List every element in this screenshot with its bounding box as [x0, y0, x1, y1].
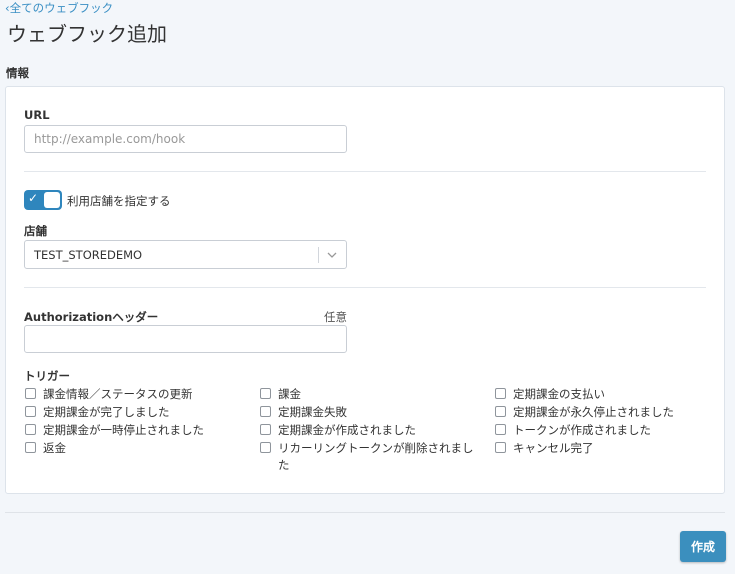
url-input[interactable] — [24, 125, 347, 153]
trigger-item[interactable]: 定期課金の支払い — [495, 386, 713, 403]
trigger-item[interactable]: 定期課金が永久停止されました — [495, 404, 713, 421]
webhook-form-panel: URL ✓ 利用店舗を指定する 店舗 TEST_STOREDEMO Author… — [5, 86, 725, 494]
select-separator — [318, 247, 319, 263]
store-label: 店舗 — [24, 224, 47, 238]
trigger-checkbox[interactable] — [260, 424, 271, 435]
footer-divider — [5, 512, 725, 513]
trigger-checkbox[interactable] — [495, 406, 506, 417]
back-to-webhooks-link[interactable]: ‹全てのウェブフック — [5, 0, 113, 16]
optional-tag: 任意 — [324, 310, 347, 324]
trigger-checkbox[interactable] — [495, 442, 506, 453]
authorization-label: Authorizationヘッダー — [24, 310, 159, 324]
store-toggle[interactable]: ✓ — [24, 190, 62, 210]
trigger-checkbox[interactable] — [25, 442, 36, 453]
trigger-item[interactable]: 課金情報／ステータスの更新 — [25, 386, 243, 403]
store-toggle-label: 利用店舗を指定する — [67, 194, 171, 208]
authorization-input[interactable] — [24, 325, 347, 353]
trigger-checkbox[interactable] — [25, 388, 36, 399]
trigger-item[interactable]: 定期課金が一時停止されました — [25, 422, 243, 439]
trigger-item[interactable]: 定期課金が完了しました — [25, 404, 243, 421]
trigger-checkbox[interactable] — [260, 406, 271, 417]
store-select[interactable]: TEST_STOREDEMO — [24, 240, 347, 269]
trigger-checkbox[interactable] — [495, 424, 506, 435]
chevron-down-icon — [327, 252, 337, 258]
url-label: URL — [24, 108, 50, 122]
trigger-checkbox[interactable] — [260, 388, 271, 399]
trigger-item[interactable]: 定期課金が作成されました — [260, 422, 478, 439]
divider — [24, 287, 706, 288]
check-icon: ✓ — [28, 191, 39, 205]
trigger-label: トリガー — [24, 369, 70, 383]
trigger-item[interactable]: 返金 — [25, 440, 243, 457]
create-button[interactable]: 作成 — [680, 531, 726, 562]
toggle-knob — [44, 192, 60, 208]
trigger-item[interactable]: トークンが作成されました — [495, 422, 713, 439]
trigger-checkbox[interactable] — [25, 406, 36, 417]
trigger-checkbox[interactable] — [260, 442, 271, 453]
trigger-item[interactable]: キャンセル完了 — [495, 440, 713, 457]
section-label-info: 情報 — [6, 66, 29, 80]
trigger-item[interactable]: 課金 — [260, 386, 478, 403]
store-select-value: TEST_STOREDEMO — [34, 248, 143, 262]
page-title: ウェブフック追加 — [7, 22, 167, 46]
trigger-checkbox[interactable] — [495, 388, 506, 399]
trigger-item[interactable]: 定期課金失敗 — [260, 404, 478, 421]
trigger-item[interactable]: リカーリングトークンが削除されました — [260, 440, 474, 474]
divider — [24, 171, 706, 172]
trigger-checkbox[interactable] — [25, 424, 36, 435]
